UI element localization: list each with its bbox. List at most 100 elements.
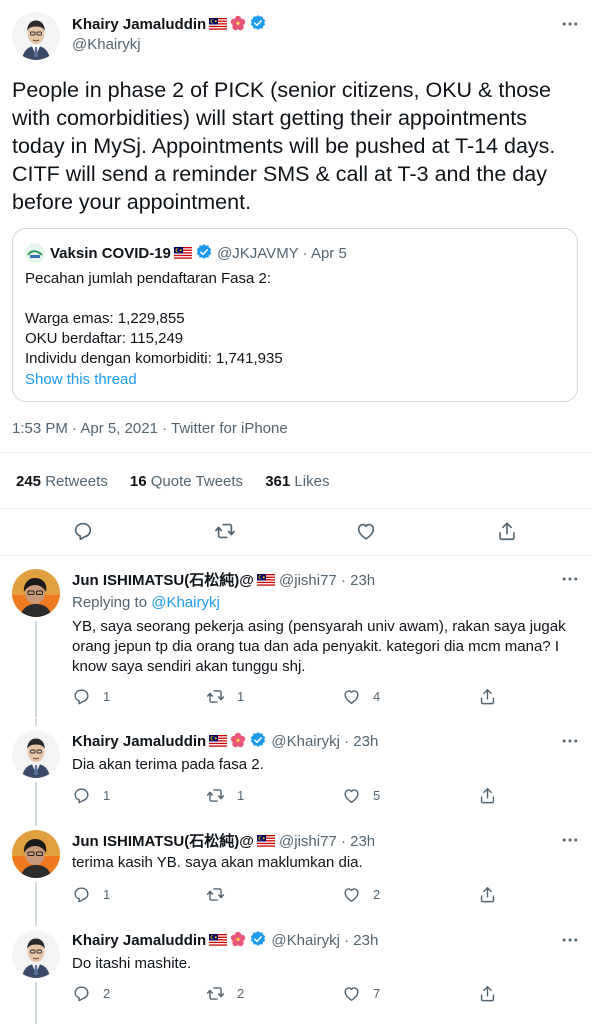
likes-label: Likes [294,473,330,490]
verified-icon [195,243,213,261]
hibiscus-icon [230,15,246,31]
reply-author-name[interactable]: Khairy Jamaluddin [72,932,206,949]
malaysia-flag-icon [257,835,275,847]
share-button[interactable] [478,687,509,706]
author-name[interactable]: Khairy Jamaluddin [72,16,206,33]
reply-author-name[interactable]: Jun ISHIMATSU(石松純)@ [72,572,254,589]
quote-author-handle: @JKJAVMY [217,245,299,262]
reply-text: terima kasih YB. saya akan maklumkan dia… [72,854,363,871]
verified-icon [249,930,267,948]
malaysia-flag-icon [209,18,227,30]
like-button[interactable]: 5 [342,786,380,805]
malaysia-flag-icon [257,574,275,586]
retweet-icon [206,885,225,904]
reply-avatar[interactable] [12,569,60,617]
share-button[interactable] [478,786,509,805]
reply-avatar[interactable] [12,830,60,878]
like-button[interactable]: 4 [342,687,380,706]
thread-line [35,918,37,926]
reply-icon [72,885,91,904]
reply-author-name[interactable]: Khairy Jamaluddin [72,733,206,750]
quoted-tweet[interactable]: Vaksin COVID-19 @JKJAVMY · Apr 5 Pecahan… [12,228,578,402]
reply-tweet[interactable]: Jun ISHIMATSU(石松純)@ @jishi77 · 23h terim… [0,818,592,918]
more-icon[interactable] [560,569,580,589]
more-icon[interactable] [560,930,580,950]
reply-button[interactable]: 2 [72,984,110,1003]
more-icon[interactable] [560,830,580,850]
like-button[interactable]: 2 [342,885,380,904]
thread-line [35,718,37,726]
reply-time[interactable]: · 23h [341,572,375,589]
reply-header: Khairy Jamaluddin @Khairykj · 23h [72,731,378,750]
more-icon[interactable] [560,14,580,34]
reply-time[interactable]: · 23h [344,932,378,949]
like-icon[interactable] [355,520,377,542]
thread-line [35,782,37,818]
share-icon [478,786,497,805]
reply-button[interactable]: 1 [72,885,110,904]
share-icon [478,885,497,904]
share-icon [478,984,497,1003]
show-thread-link[interactable]: Show this thread [25,371,137,388]
share-button[interactable] [478,984,509,1003]
quote-tweets-count: 16 [129,473,147,490]
quote-header: Vaksin COVID-19 @JKJAVMY · Apr 5 [25,243,347,263]
reply-tweet[interactable]: Khairy Jamaluddin @Khairykj · 23h Dia ak… [0,718,592,818]
reply-author-handle[interactable]: @Khairykj [271,733,340,750]
quote-dot: · [302,245,308,262]
likes-stat[interactable]: 361 Likes [265,473,329,490]
quote-text: Pecahan jumlah pendaftaran Fasa 2: Warga… [25,270,283,367]
share-icon[interactable] [496,520,518,542]
verified-icon [249,731,267,749]
retweet-button[interactable]: 1 [206,786,244,805]
replying-to-link[interactable]: @Khairykj [151,594,220,611]
reply-icon [72,786,91,805]
reply-text: YB, saya seorang pekerja asing (pensyara… [72,618,566,675]
reply-author-handle[interactable]: @jishi77 [279,572,337,589]
tweet-timestamp[interactable]: 1:53 PM · Apr 5, 2021 · Twitter for iPho… [12,420,288,437]
main-tweet: Khairy Jamaluddin @Khairykj People in ph… [0,0,592,556]
retweets-stat[interactable]: 245 Retweets [16,473,108,490]
quote-tweets-stat[interactable]: 16 Quote Tweets [130,473,243,490]
reply-avatar[interactable] [12,930,60,978]
reply-icon[interactable] [72,520,94,542]
like-count: 4 [373,689,381,704]
reply-author-handle[interactable]: @Khairykj [271,932,340,949]
share-button[interactable] [478,885,509,904]
like-button[interactable]: 7 [342,984,380,1003]
author-handle[interactable]: @Khairykj [72,36,141,53]
reply-author-name[interactable]: Jun ISHIMATSU(石松純)@ [72,833,254,850]
reply-icon [72,984,91,1003]
retweet-button[interactable] [206,885,237,904]
replying-to: Replying to @Khairykj [72,594,220,611]
like-count: 5 [373,788,381,803]
divider [0,508,592,509]
quote-tweets-label: Quote Tweets [150,473,244,490]
quote-date: Apr 5 [310,245,347,262]
reply-button[interactable]: 1 [72,786,110,805]
reply-button[interactable]: 1 [72,687,110,706]
reply-tweet[interactable]: Jun ISHIMATSU(石松純)@ @jishi77 · 23h Reply… [0,557,592,717]
retweet-button[interactable]: 2 [206,984,244,1003]
like-count: 7 [373,986,381,1001]
like-icon [342,687,361,706]
more-icon[interactable] [560,731,580,751]
reply-time[interactable]: · 23h [344,733,378,750]
malaysia-flag-icon [209,934,227,946]
thread-line [35,982,37,1024]
malaysia-flag-icon [209,735,227,747]
author-avatar[interactable] [12,12,60,60]
reply-tweet[interactable]: Khairy Jamaluddin @Khairykj · 23h Do ita… [0,918,592,1024]
reply-text: Do itashi mashite. [72,955,192,972]
divider [0,452,592,453]
reply-author-handle[interactable]: @jishi77 [279,833,337,850]
like-icon [342,984,361,1003]
replying-prefix: Replying to [72,594,148,611]
reply-time[interactable]: · 23h [341,833,375,850]
reply-avatar[interactable] [12,730,60,778]
reply-header: Jun ISHIMATSU(石松純)@ @jishi77 · 23h [72,830,375,851]
retweet-button[interactable]: 1 [206,687,244,706]
retweet-count: 2 [237,986,245,1001]
like-icon [342,885,361,904]
retweet-icon[interactable] [214,520,236,542]
